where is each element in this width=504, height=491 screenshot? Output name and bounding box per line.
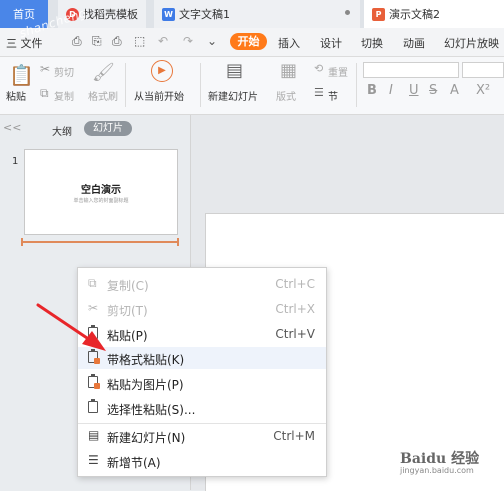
menu-item-shortcut: Ctrl+C (275, 277, 315, 291)
undo-icon[interactable]: ↶ (158, 34, 168, 48)
menu-item-paste[interactable]: 粘贴(P) Ctrl+V (78, 323, 326, 345)
menu-item-paste-with-format[interactable]: 带格式粘贴(K) (78, 347, 326, 369)
customize-icon[interactable]: ⌄ (207, 34, 217, 48)
paste-special-icon (88, 399, 100, 413)
menu-animation[interactable]: 动画 (403, 35, 425, 51)
new-slide-icon: ▤ (88, 428, 100, 442)
menu-bar: 三 文件 ⎙ ⎘ ⎙ ⬚ ↶ ↷ ⌄ 开始 插入 设计 切换 动画 幻灯片放映 (0, 28, 504, 57)
menu-start[interactable]: 开始 (230, 33, 267, 50)
tab-document-1[interactable]: W 文字文稿1 (154, 0, 360, 28)
scissors-icon: ✂ (88, 301, 99, 315)
menu-item-label: 粘贴(P) (107, 329, 148, 343)
copy-button[interactable]: 复制 (54, 88, 74, 103)
collapse-panel-button[interactable]: << (3, 121, 21, 134)
reset-button[interactable]: 重置 (328, 64, 348, 79)
tab-outline[interactable]: 大纲 (52, 123, 72, 138)
format-painter-button[interactable]: 格式刷 (88, 88, 118, 103)
menu-item-shortcut: Ctrl+V (275, 327, 315, 341)
print-preview-icon[interactable]: ⎘ (92, 34, 102, 49)
watermark-logo: Baidu 经验 (400, 451, 480, 467)
menu-item-new-slide[interactable]: ▤ 新建幻灯片(N) Ctrl+M (78, 425, 326, 447)
menu-item-label: 复制(C) (107, 279, 149, 293)
menu-item-shortcut: Ctrl+X (275, 302, 315, 316)
ribbon-divider (125, 63, 126, 107)
underline-icon[interactable]: U (409, 83, 419, 98)
slide-thumbnail[interactable]: 空白演示 单击输入您的封面副标题 (24, 149, 178, 235)
ribbon: 📋 粘贴 ✂ 剪切 ⧉ 复制 🖌 格式刷 ▶ 从当前开始 ▤ 新建幻灯片 ▦ 版… (0, 57, 504, 115)
font-size-select[interactable] (462, 62, 504, 78)
scissors-icon[interactable]: ✂ (40, 62, 50, 76)
unsaved-dot-icon (345, 10, 350, 15)
print-icon[interactable]: ⎙ (112, 34, 122, 49)
paste-image-icon (88, 374, 100, 389)
menu-item-shortcut: Ctrl+M (273, 429, 315, 443)
menu-design[interactable]: 设计 (320, 35, 342, 51)
paste-format-icon (88, 349, 100, 364)
tab-template-label: 找稻壳模板 (83, 8, 138, 21)
section-icon[interactable]: ☰ (314, 86, 324, 99)
paste-icon[interactable]: 📋 (9, 63, 34, 87)
menu-item-copy[interactable]: ⧉ 复制(C) Ctrl+C (78, 273, 326, 295)
watermark-bottom-right: Baidu 经验 jingyan.baidu.com (400, 448, 479, 475)
thumbnail-subtitle: 单击输入您的封面副标题 (73, 198, 129, 204)
menu-item-paste-as-image[interactable]: 粘贴为图片(P) (78, 372, 326, 394)
select-icon[interactable]: ⬚ (134, 34, 145, 48)
menu-item-label: 选择性粘贴(S)... (107, 403, 196, 417)
menu-item-cut[interactable]: ✂ 剪切(T) Ctrl+X (78, 298, 326, 320)
menu-item-label: 带格式粘贴(K) (107, 353, 185, 367)
new-section-icon: ☰ (88, 453, 99, 467)
ppt-doc-icon: P (372, 7, 385, 21)
new-slide-icon[interactable]: ▤ (226, 60, 243, 81)
ribbon-divider (356, 63, 357, 107)
context-menu: ⧉ 复制(C) Ctrl+C ✂ 剪切(T) Ctrl+X 粘贴(P) Ctrl… (77, 267, 327, 477)
bold-icon[interactable]: B (367, 83, 377, 98)
thumbnail-title: 空白演示 (81, 185, 121, 196)
paste-icon (88, 325, 100, 339)
insertion-marker (21, 241, 179, 243)
menu-switch[interactable]: 切换 (361, 35, 383, 51)
menu-insert[interactable]: 插入 (278, 35, 300, 51)
menu-item-label: 新建幻灯片(N) (107, 431, 186, 445)
cut-button[interactable]: 剪切 (54, 64, 74, 79)
layout-icon[interactable]: ▦ (280, 60, 297, 81)
ribbon-divider (200, 63, 201, 107)
font-color-icon[interactable]: A (450, 83, 459, 98)
menu-item-label: 新增节(A) (107, 456, 161, 470)
save-icon[interactable]: ⎙ (72, 34, 82, 49)
watermark-url: jingyan.baidu.com (400, 466, 474, 475)
reset-icon[interactable]: ⟲ (314, 62, 323, 75)
menu-item-paste-special[interactable]: 选择性粘贴(S)... (78, 397, 326, 419)
menu-separator (78, 423, 326, 424)
tab-presentation-2-label: 演示文稿2 (389, 8, 440, 21)
strikethrough-icon[interactable]: S (429, 83, 437, 98)
superscript-icon[interactable]: X² (476, 83, 490, 98)
font-family-select[interactable] (363, 62, 459, 78)
new-slide-button[interactable]: 新建幻灯片 (208, 88, 258, 103)
insertion-marker-right (177, 238, 179, 246)
word-doc-icon: W (162, 7, 175, 21)
slide-number: 1 (12, 156, 19, 167)
section-button[interactable]: 节 (328, 88, 338, 103)
redo-icon[interactable]: ↷ (183, 34, 193, 48)
tab-document-1-label: 文字文稿1 (179, 8, 230, 21)
menu-item-label: 剪切(T) (107, 304, 148, 318)
menu-slideshow[interactable]: 幻灯片放映 (444, 35, 499, 51)
insertion-marker-left (21, 238, 23, 246)
layout-button[interactable]: 版式 (276, 88, 296, 103)
play-icon[interactable]: ▶ (151, 60, 173, 82)
menu-item-label: 粘贴为图片(P) (107, 378, 184, 392)
tab-presentation-2[interactable]: P 演示文稿2 (364, 0, 504, 28)
menu-item-new-section[interactable]: ☰ 新增节(A) (78, 450, 326, 472)
italic-icon[interactable]: I (389, 83, 393, 98)
paste-button[interactable]: 粘贴 (6, 88, 26, 103)
tab-slides[interactable]: 幻灯片 (84, 121, 132, 136)
tab-home-label: 首页 (13, 8, 35, 21)
format-painter-icon[interactable]: 🖌 (92, 62, 115, 83)
from-current-button[interactable]: 从当前开始 (134, 88, 184, 103)
copy-icon[interactable]: ⧉ (40, 86, 49, 101)
copy-icon: ⧉ (88, 276, 97, 290)
